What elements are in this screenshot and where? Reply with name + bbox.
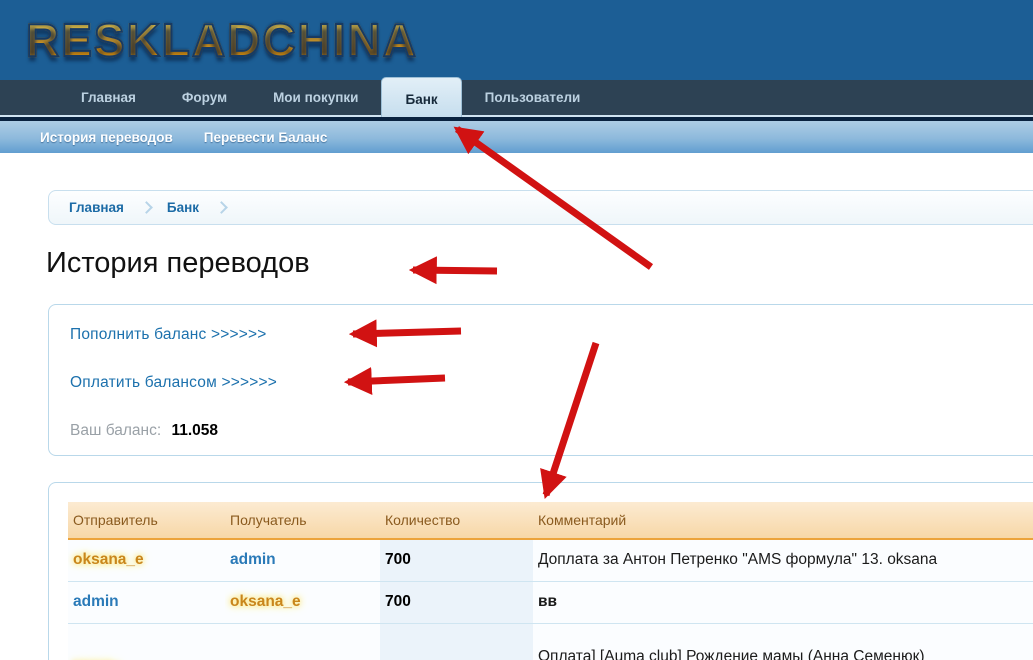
col-header-receiver: Получатель (225, 502, 380, 539)
chevron-right-icon (215, 201, 228, 214)
nav-item-my-purchases[interactable]: Мои покупки (250, 80, 381, 115)
nav-item-bank[interactable]: Банк (381, 77, 461, 117)
site-logo[interactable]: RESKLADCHINA (26, 13, 418, 67)
page-title: История переводов (46, 247, 1033, 280)
username-link[interactable]: oksana_e (230, 593, 301, 610)
breadcrumb-bank[interactable]: Банк (167, 200, 199, 215)
transfers-table: Отправитель Получатель Количество Коммен… (68, 502, 1033, 660)
col-header-comment: Комментарий (533, 502, 1033, 539)
col-header-sender: Отправитель (68, 502, 225, 539)
balance-label: Ваш баланс: (70, 422, 161, 439)
amount-cell: 700 (380, 581, 533, 623)
page-root: RESKLADCHINA Главная Форум Мои покупки Б… (0, 0, 1033, 660)
breadcrumb-home[interactable]: Главная (69, 200, 124, 215)
comment-cell: Доплата за Антон Петренко "AMS формула" … (533, 539, 1033, 581)
main-content: Главная Банк История переводов Пополнить… (0, 190, 1033, 660)
nav-item-users[interactable]: Пользователи (462, 80, 604, 115)
balance-row: Ваш баланс: 11.058 (70, 422, 1033, 440)
amount-cell: 700 (380, 539, 533, 581)
balance-value: 11.058 (171, 422, 218, 439)
pay-with-balance-link[interactable]: Оплатить балансом >>>>>> (70, 374, 1033, 392)
table-row: KKKlp admin 140 Оплата] [Auma club] Рожд… (68, 623, 1033, 660)
comment-cell: Оплата] [Auma club] Рождение мамы (Анна … (533, 623, 1033, 660)
topup-balance-link[interactable]: Пополнить баланс >>>>>> (70, 326, 1033, 344)
sub-nav: История переводов Перевести Баланс (0, 121, 1033, 153)
table-row: admin oksana_e 700 вв (68, 581, 1033, 623)
username-link[interactable]: oksana_e (73, 551, 144, 568)
subnav-item-transfer-history[interactable]: История переводов (40, 130, 173, 145)
username-link[interactable]: admin (230, 551, 276, 568)
col-header-amount: Количество (380, 502, 533, 539)
amount-cell: 140 (380, 623, 533, 660)
balance-panel: Пополнить баланс >>>>>> Оплатить балансо… (48, 304, 1033, 456)
site-header: RESKLADCHINA (0, 0, 1033, 80)
transfers-panel: Отправитель Получатель Количество Коммен… (48, 482, 1033, 660)
main-nav: Главная Форум Мои покупки Банк Пользоват… (0, 80, 1033, 117)
chevron-right-icon (140, 201, 153, 214)
table-header-row: Отправитель Получатель Количество Коммен… (68, 502, 1033, 539)
username-link[interactable]: admin (73, 593, 119, 610)
nav-item-home[interactable]: Главная (58, 80, 159, 115)
subnav-item-transfer-balance[interactable]: Перевести Баланс (204, 130, 328, 145)
breadcrumb: Главная Банк (48, 190, 1033, 225)
nav-item-forum[interactable]: Форум (159, 80, 250, 115)
comment-cell: вв (533, 581, 1033, 623)
table-row: oksana_e admin 700 Доплата за Антон Петр… (68, 539, 1033, 581)
